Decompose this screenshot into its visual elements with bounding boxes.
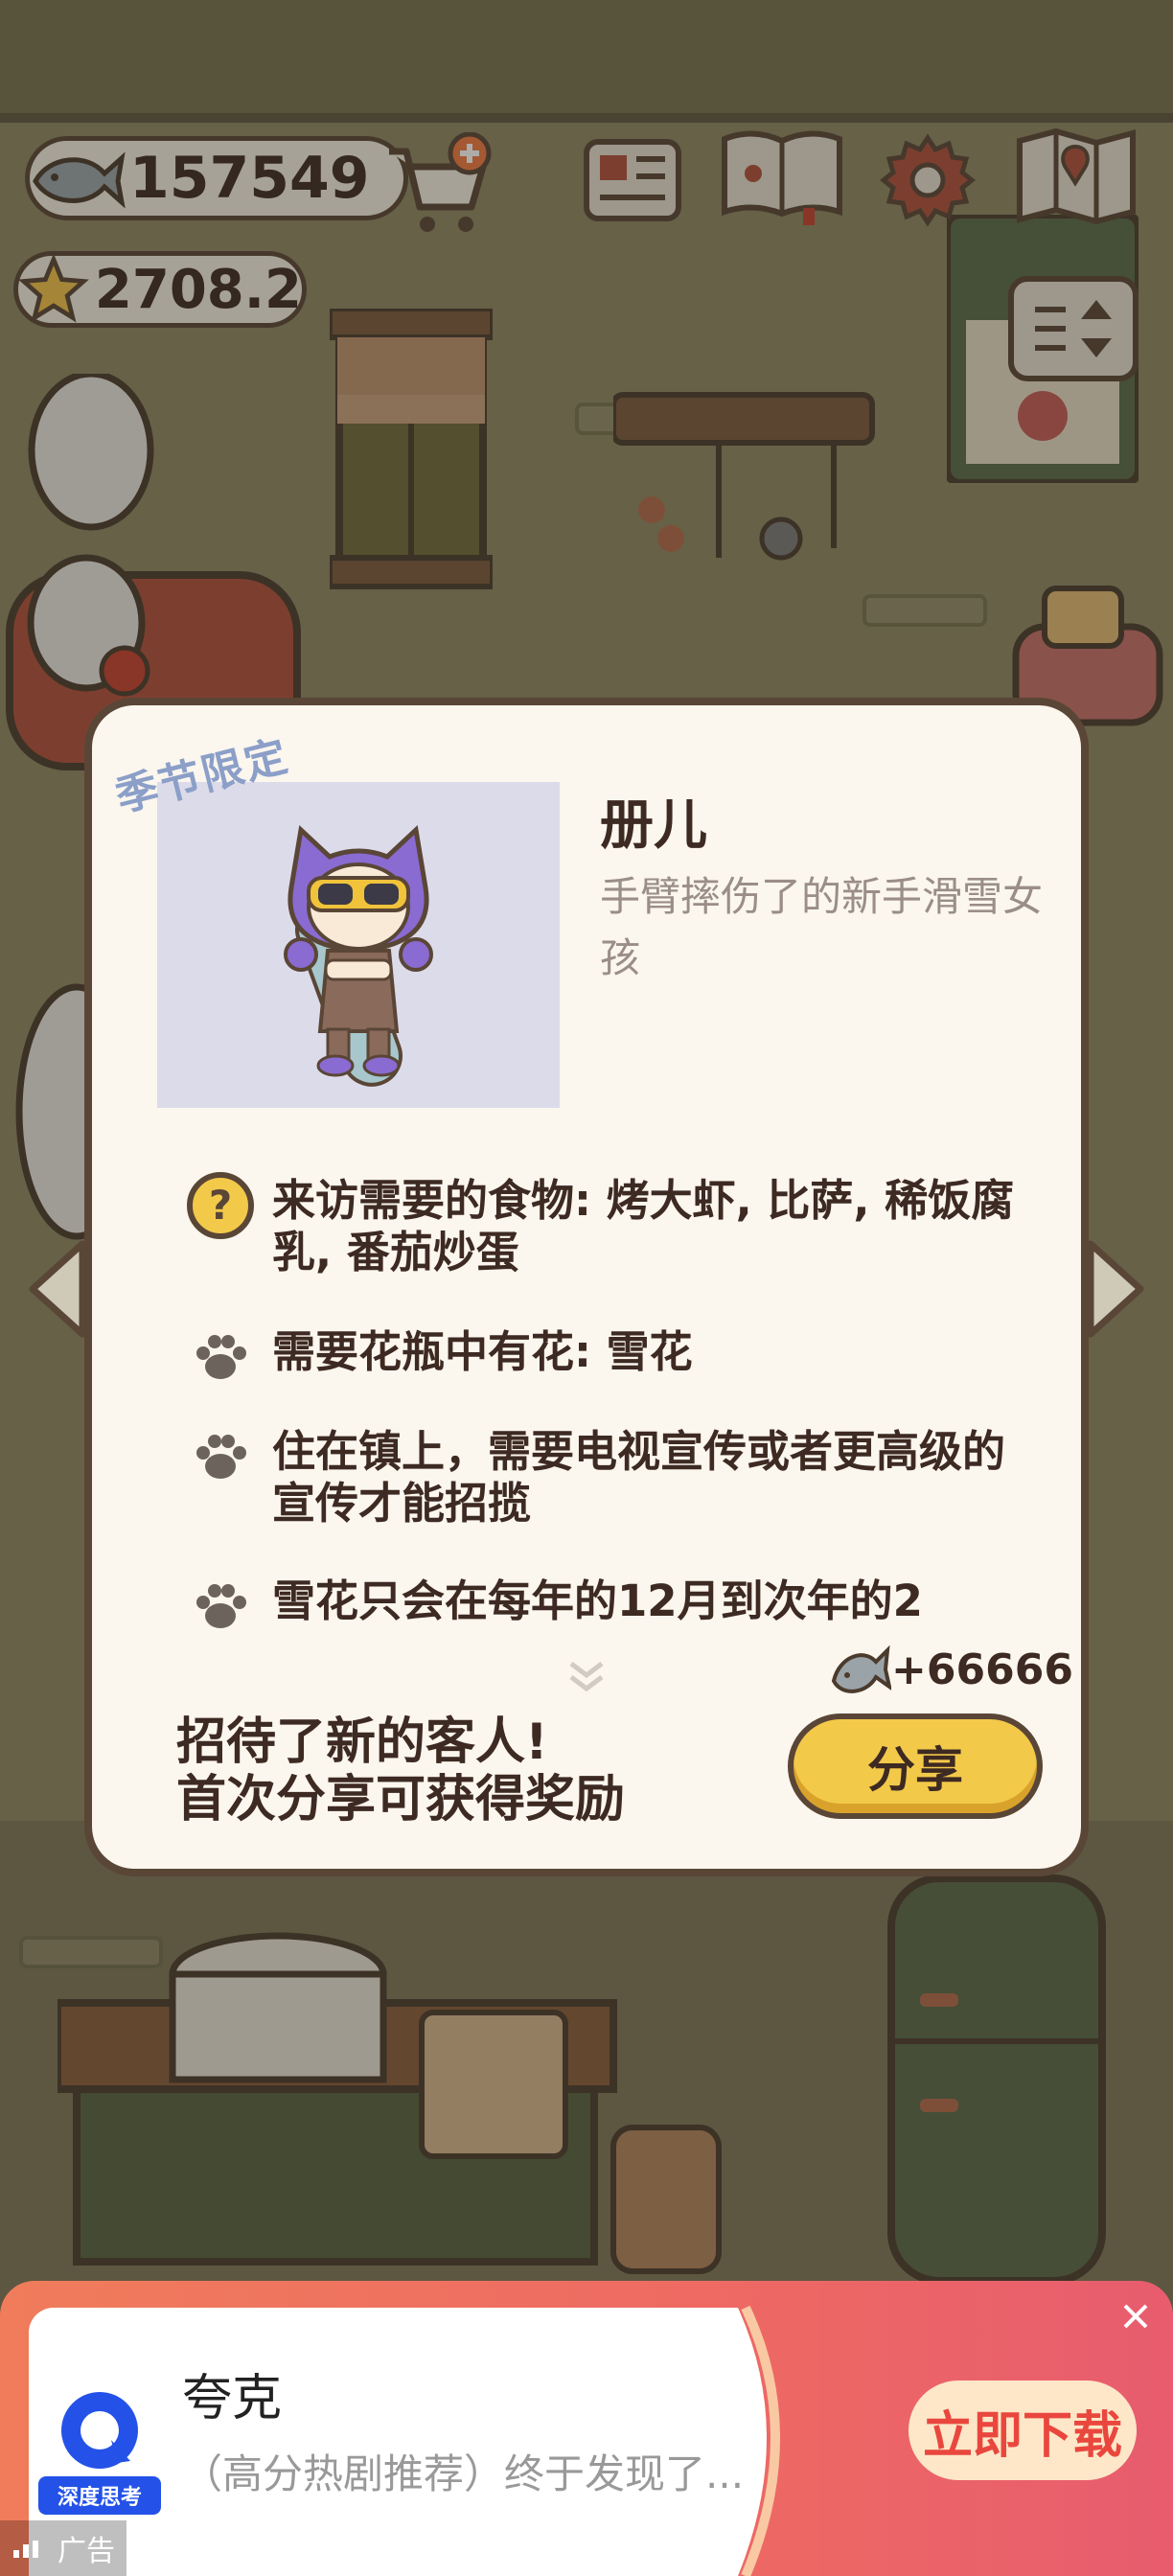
guest-name: 册儿 <box>600 794 707 857</box>
signal-bars-icon <box>13 2541 38 2558</box>
scroll-more-chevron-icon[interactable] <box>565 1660 608 1694</box>
requirement-text: 需要花瓶中有花: 雪花 <box>272 1326 693 1377</box>
ad-banner[interactable]: 深度思考 夸克 （高分热剧推荐）终于发现了... 立即下载 广告 <box>0 2281 1173 2576</box>
ad-divider-curve <box>690 2305 780 2576</box>
paw-icon <box>186 1422 255 1491</box>
close-icon[interactable] <box>1119 2300 1152 2333</box>
message-line-1: 招待了新的客人! <box>176 1714 548 1771</box>
paw-icon <box>186 1322 255 1392</box>
svg-text:?: ? <box>209 1182 232 1229</box>
paw-icon <box>186 1572 255 1641</box>
next-guest-arrow-icon[interactable] <box>1083 1236 1150 1342</box>
requirement-text: 来访需要的食物: 烤大虾, 比萨, 稀饭腐乳, 番茄炒蛋 <box>272 1175 1015 1277</box>
ad-label: 广告 <box>0 2520 126 2576</box>
requirement-item: ? 来访需要的食物: 烤大虾, 比萨, 稀饭腐乳, 番茄炒蛋 <box>186 1171 1029 1278</box>
ad-app-name: 夸克 <box>182 2370 283 2427</box>
share-reward: +66666 <box>830 1643 1073 1696</box>
quark-logo: 深度思考 <box>34 2377 165 2520</box>
requirement-text: 住在镇上，需要电视宣传或者更高级的宣传才能招揽 <box>272 1426 1006 1529</box>
download-now-button[interactable]: 立即下载 <box>908 2380 1137 2480</box>
guest-illustration <box>284 824 433 1087</box>
guest-description: 手臂摔伤了的新手滑雪女孩 <box>600 873 1044 981</box>
share-button[interactable]: 分享 <box>788 1714 1043 1819</box>
requirement-item: 雪花只会在每年的12月到次年的2 <box>186 1572 1029 1641</box>
new-guest-message: 招待了新的客人! 首次分享可获得奖励 <box>176 1714 625 1828</box>
new-guest-dialog: 季节限定 册儿 手臂摔伤了的新手滑雪女孩 ? 来访需要的食物: 烤大虾, 比萨,… <box>84 698 1089 1876</box>
requirement-item: 住在镇上，需要电视宣传或者更高级的宣传才能招揽 <box>186 1422 1029 1530</box>
ad-subtitle: （高分热剧推荐）终于发现了... <box>182 2450 745 2497</box>
reward-amount: +66666 <box>891 1644 1073 1694</box>
question-icon: ? <box>186 1171 255 1240</box>
previous-guest-arrow-icon[interactable] <box>23 1236 90 1342</box>
message-line-2: 首次分享可获得奖励 <box>176 1771 626 1828</box>
logo-caption: 深度思考 <box>57 2486 142 2510</box>
ad-label-text: 广告 <box>58 2535 115 2568</box>
requirement-item: 需要花瓶中有花: 雪花 <box>186 1322 1029 1392</box>
guest-portrait <box>157 782 560 1108</box>
fish-icon <box>831 1644 891 1693</box>
requirement-text: 雪花只会在每年的12月到次年的2 <box>272 1576 923 1626</box>
